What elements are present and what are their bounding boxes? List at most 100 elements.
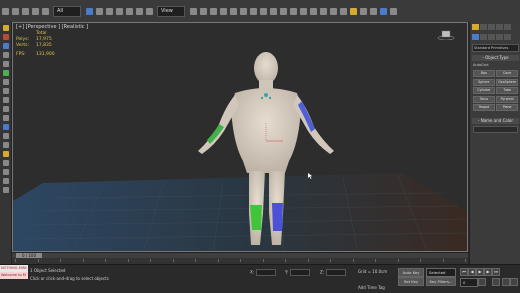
- primitive-button-geosphere[interactable]: GeoSphere: [496, 78, 518, 86]
- select-by-name-icon[interactable]: [95, 7, 103, 15]
- move-tool-icon[interactable]: [2, 52, 9, 58]
- key-filters-button[interactable]: Key Filters...: [426, 277, 456, 286]
- auto-key-button[interactable]: Auto Key: [398, 268, 424, 277]
- primitive-button-teapot[interactable]: Teapot: [473, 104, 495, 111]
- maxscript-line-1[interactable]: NOTHING-MINI: [0, 265, 28, 272]
- scale-tool-icon[interactable]: [2, 70, 9, 76]
- smooth-icon[interactable]: [2, 133, 9, 139]
- keyboard-shortcut-icon[interactable]: [209, 7, 217, 15]
- graphite-ribbon-icon[interactable]: [299, 7, 307, 15]
- scale-icon[interactable]: [145, 7, 153, 15]
- region-select-icon[interactable]: [105, 7, 113, 15]
- y-field[interactable]: [290, 269, 311, 276]
- schematic-view-icon[interactable]: [319, 7, 327, 15]
- rendered-frame-icon[interactable]: [349, 7, 357, 15]
- render-production-icon[interactable]: [369, 7, 377, 15]
- perspective-viewport[interactable]: [+] [Perspective ] [Realistic ] Total Po…: [12, 22, 468, 252]
- help-icon[interactable]: [389, 7, 397, 15]
- polygon-icon[interactable]: [2, 115, 9, 121]
- spacewarp-icon[interactable]: [2, 178, 9, 184]
- primitive-button-cylinder[interactable]: Cylinder: [473, 87, 495, 94]
- helpers-icon[interactable]: [504, 34, 511, 40]
- maxscript-line-2[interactable]: Welcome to M: [0, 272, 28, 279]
- pivot-icon[interactable]: [189, 7, 197, 15]
- mirror-icon[interactable]: [269, 7, 277, 15]
- z-coordinate[interactable]: Z:: [320, 269, 347, 276]
- border-icon[interactable]: [2, 106, 9, 112]
- angle-snap-icon[interactable]: [229, 7, 237, 15]
- edge-icon[interactable]: [2, 97, 9, 103]
- camera-icon[interactable]: [2, 160, 9, 166]
- primitive-type-dropdown[interactable]: Standard Primitives: [472, 44, 519, 52]
- cameras-icon[interactable]: [496, 34, 503, 40]
- create-icon[interactable]: [2, 25, 9, 31]
- render-icon[interactable]: [359, 7, 367, 15]
- object-name-field[interactable]: [473, 126, 518, 133]
- align-icon[interactable]: [279, 7, 287, 15]
- primitive-button-sphere[interactable]: Sphere: [473, 78, 495, 86]
- undo-icon[interactable]: [1, 7, 9, 15]
- z-field[interactable]: [326, 269, 347, 276]
- modify-tab-icon[interactable]: [480, 24, 487, 30]
- window-crossing-icon[interactable]: [115, 7, 123, 15]
- vertex-icon[interactable]: [2, 88, 9, 94]
- autogrid-checkbox[interactable]: AutoGrid: [473, 63, 518, 67]
- create-tab-icon[interactable]: [472, 24, 479, 30]
- viewcube-icon[interactable]: [437, 30, 455, 40]
- add-time-tag[interactable]: Add Time Tag: [358, 285, 385, 290]
- material-editor-icon[interactable]: [329, 7, 337, 15]
- play-icon[interactable]: ▶: [476, 268, 484, 276]
- rotate-tool-icon[interactable]: [2, 61, 9, 67]
- layer-explorer-icon[interactable]: [289, 7, 297, 15]
- rotate-icon[interactable]: [135, 7, 143, 15]
- object-type-rollout[interactable]: - Object Type: [472, 55, 519, 61]
- orbit-icon[interactable]: [502, 278, 510, 286]
- goto-start-icon[interactable]: ⏮: [460, 268, 468, 276]
- curve-editor-icon[interactable]: [309, 7, 317, 15]
- delete-icon[interactable]: [2, 34, 9, 40]
- geometry-icon[interactable]: [472, 34, 479, 40]
- primitive-button-tube[interactable]: Tube: [496, 87, 518, 94]
- primitive-button-torus[interactable]: Torus: [473, 95, 495, 103]
- reference-coord-dropdown[interactable]: View: [157, 5, 185, 17]
- x-coordinate[interactable]: X:: [250, 269, 277, 276]
- zoom-extents-icon[interactable]: [492, 278, 500, 286]
- name-color-rollout[interactable]: - Name and Color: [472, 118, 519, 124]
- maximize-viewport-icon[interactable]: [510, 278, 518, 286]
- relax-icon[interactable]: [2, 142, 9, 148]
- edit-poly-icon[interactable]: [2, 79, 9, 85]
- prev-frame-icon[interactable]: ◀: [468, 268, 476, 276]
- motion-tab-icon[interactable]: [496, 24, 503, 30]
- redo-icon[interactable]: [11, 7, 19, 15]
- primitive-button-cone[interactable]: Cone: [496, 70, 518, 77]
- primitive-button-box[interactable]: Box: [473, 70, 495, 77]
- unlink-icon[interactable]: [31, 7, 39, 15]
- percent-snap-icon[interactable]: [239, 7, 247, 15]
- primitive-button-pyramid[interactable]: Pyramid: [496, 95, 518, 103]
- goto-end-icon[interactable]: ⏭: [492, 268, 500, 276]
- manipulate-icon[interactable]: [199, 7, 207, 15]
- time-config-icon[interactable]: [478, 278, 486, 286]
- render-setup-icon[interactable]: [339, 7, 347, 15]
- maxscript-listener[interactable]: NOTHING-MINI Welcome to M: [0, 265, 28, 293]
- systems-icon[interactable]: [2, 187, 9, 193]
- light-icon[interactable]: [2, 151, 9, 157]
- primitive-button-plane[interactable]: Plane: [496, 104, 518, 111]
- select-icon[interactable]: [2, 43, 9, 49]
- selected-dropdown[interactable]: Selected: [426, 268, 456, 277]
- element-icon[interactable]: [2, 124, 9, 130]
- snap-toggle-icon[interactable]: [219, 7, 227, 15]
- x-field[interactable]: [256, 269, 277, 276]
- helper-icon[interactable]: [2, 169, 9, 175]
- lights-icon[interactable]: [488, 34, 495, 40]
- selection-filter-dropdown[interactable]: All: [53, 5, 81, 17]
- viewport-label[interactable]: [+] [Perspective ] [Realistic ]: [16, 24, 88, 30]
- move-icon[interactable]: [125, 7, 133, 15]
- hierarchy-tab-icon[interactable]: [488, 24, 495, 30]
- set-key-button[interactable]: Set Key: [398, 277, 424, 286]
- spinner-snap-icon[interactable]: [249, 7, 257, 15]
- bind-spacewarp-icon[interactable]: [41, 7, 49, 15]
- a360-icon[interactable]: [379, 7, 387, 15]
- current-frame-field[interactable]: 0: [460, 278, 478, 287]
- shapes-icon[interactable]: [480, 34, 487, 40]
